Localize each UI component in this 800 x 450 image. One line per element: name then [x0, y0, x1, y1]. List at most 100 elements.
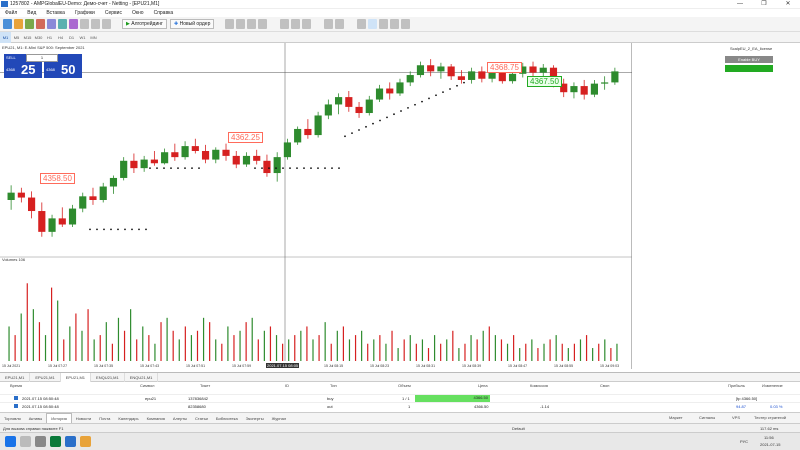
candle [345, 97, 353, 107]
excel-icon[interactable] [50, 436, 61, 447]
x-tick-label: 15 Jul 08:55 [554, 364, 573, 368]
tf-d1[interactable]: D1 [66, 32, 77, 43]
menu-charts[interactable]: Графики [70, 9, 100, 17]
tester-link[interactable]: Тестер стратегий [750, 413, 790, 423]
tf-h4[interactable]: H4 [55, 32, 66, 43]
candle [304, 128, 312, 136]
col-profit[interactable]: Прибыль [728, 383, 745, 388]
lot-input[interactable]: 1 [26, 54, 58, 62]
terminal-icon[interactable] [58, 19, 67, 29]
symbol-tabs: EPU21,M1 EPU21,M1 EPU21,M1 ENQU21,M1 ENQU21,… [0, 372, 800, 382]
trendline-icon[interactable] [401, 19, 410, 29]
line-icon[interactable] [258, 19, 267, 29]
col-change[interactable]: Изменение [762, 383, 783, 388]
ide-icon[interactable] [80, 19, 89, 29]
x-tick-label: 15 Jul 08:15 [324, 364, 343, 368]
candles-icon[interactable] [247, 19, 256, 29]
zoom-out-icon[interactable] [291, 19, 300, 29]
menu-window[interactable]: Окно [127, 9, 149, 17]
grid-icon[interactable] [302, 19, 311, 29]
symbol-tab-active[interactable]: EPU21,M1 [60, 373, 92, 382]
indicator-dot [296, 167, 298, 170]
signals-link[interactable]: Сигналы [695, 413, 719, 423]
menu-insert[interactable]: Вставка [41, 9, 70, 17]
indicator-dot [365, 125, 367, 128]
tf-m30[interactable]: M30 [33, 32, 44, 43]
col-type[interactable]: Тип [330, 383, 337, 388]
col-symbol[interactable]: Символ [140, 383, 154, 388]
col-commission[interactable]: Комиссия [530, 383, 548, 388]
chart-canvas[interactable]: 4369.254368.904366.754364.504362.754361.… [0, 43, 632, 369]
symbol-tab[interactable]: EPU21,M1 [30, 373, 61, 382]
col-price[interactable]: Цена [478, 383, 488, 388]
market-link[interactable]: Маркет [665, 413, 687, 423]
indicator-dot [110, 228, 112, 231]
tf-m1[interactable]: M1 [0, 32, 11, 43]
shift-icon[interactable] [335, 19, 344, 29]
indicator-dot [456, 84, 458, 87]
crosshair-icon[interactable] [368, 19, 377, 29]
vline-icon[interactable] [379, 19, 388, 29]
candle [263, 160, 271, 174]
task-view-icon[interactable] [35, 436, 46, 447]
ping-value: 117.62 ms [760, 426, 779, 431]
zoom-in-icon[interactable] [280, 19, 289, 29]
data-icon[interactable] [91, 19, 100, 29]
candle [150, 159, 158, 164]
start-icon[interactable] [5, 436, 16, 447]
minimize-button[interactable]: — [728, 0, 752, 9]
cell-profit: [tp 4366.50] [736, 396, 758, 401]
col-ticket[interactable]: Тикет [200, 383, 210, 388]
chart-window[interactable]: 4369.254368.904366.754364.504362.754361.… [0, 43, 632, 369]
cell-type: buy [327, 396, 334, 401]
menu-help[interactable]: Справка [149, 9, 179, 17]
tf-w1[interactable]: W1 [77, 32, 88, 43]
new-chart-icon[interactable] [3, 19, 12, 29]
tester-icon[interactable] [69, 19, 78, 29]
indicator-dot [289, 167, 291, 170]
market-watch-icon[interactable] [36, 19, 45, 29]
menu-tools[interactable]: Сервис [100, 9, 127, 17]
hline-icon[interactable] [390, 19, 399, 29]
maximize-button[interactable]: ❐ [752, 0, 776, 9]
history-icon[interactable] [102, 19, 111, 29]
indicator-dot [372, 122, 374, 125]
symbol-tab[interactable]: EPU21,M1 [0, 373, 31, 382]
cursor-icon[interactable] [357, 19, 366, 29]
menu-view[interactable]: Вид [22, 9, 41, 17]
new-order-button[interactable]: ✚ Новый ордер [170, 19, 215, 29]
profiles-icon[interactable] [25, 19, 34, 29]
tf-h1[interactable]: H1 [44, 32, 55, 43]
candle [355, 106, 363, 114]
candle [529, 66, 537, 73]
table-row[interactable]: 2021.07.15 08:50:48 82358680 out 1 4366.… [0, 402, 800, 410]
col-time[interactable]: Время [10, 383, 22, 388]
tf-mn[interactable]: MN [88, 32, 99, 43]
chart-bars-icon[interactable] [236, 19, 245, 29]
terminal-app-icon[interactable] [65, 436, 76, 447]
col-volume[interactable]: Объем [398, 383, 411, 388]
tf-m5[interactable]: M5 [11, 32, 22, 43]
menu-file[interactable]: Файл [0, 9, 22, 17]
tf-m15[interactable]: M15 [22, 32, 33, 43]
symbol-tab[interactable]: ENQU21,M1 [125, 373, 159, 382]
clock-time[interactable]: 11:56 [764, 435, 774, 440]
open-icon[interactable] [14, 19, 23, 29]
indicator-dot [407, 106, 409, 109]
indicator-dot [400, 110, 402, 112]
navigator-icon[interactable] [47, 19, 56, 29]
vps-link[interactable]: VPS [728, 413, 744, 423]
algo-trading-button[interactable]: ▶ Алготрейдинг [122, 19, 167, 29]
col-id[interactable]: ID [285, 383, 289, 388]
autoscroll-icon[interactable] [324, 19, 333, 29]
symbol-tab[interactable]: ENQU21,M1 [91, 373, 125, 382]
col-swap[interactable]: Своп [600, 383, 609, 388]
table-row[interactable]: 2021.07.15 08:50:48 epu21 137836842 buy … [0, 394, 800, 402]
depth-icon[interactable] [225, 19, 234, 29]
cell-commission: -1.14 [540, 404, 550, 409]
clock-date[interactable]: 2021-07-15 [760, 442, 780, 447]
lang-indicator[interactable]: РУС [740, 439, 748, 444]
close-button[interactable]: ✕ [776, 0, 800, 9]
explorer-icon[interactable] [80, 436, 91, 447]
search-icon[interactable] [20, 436, 31, 447]
